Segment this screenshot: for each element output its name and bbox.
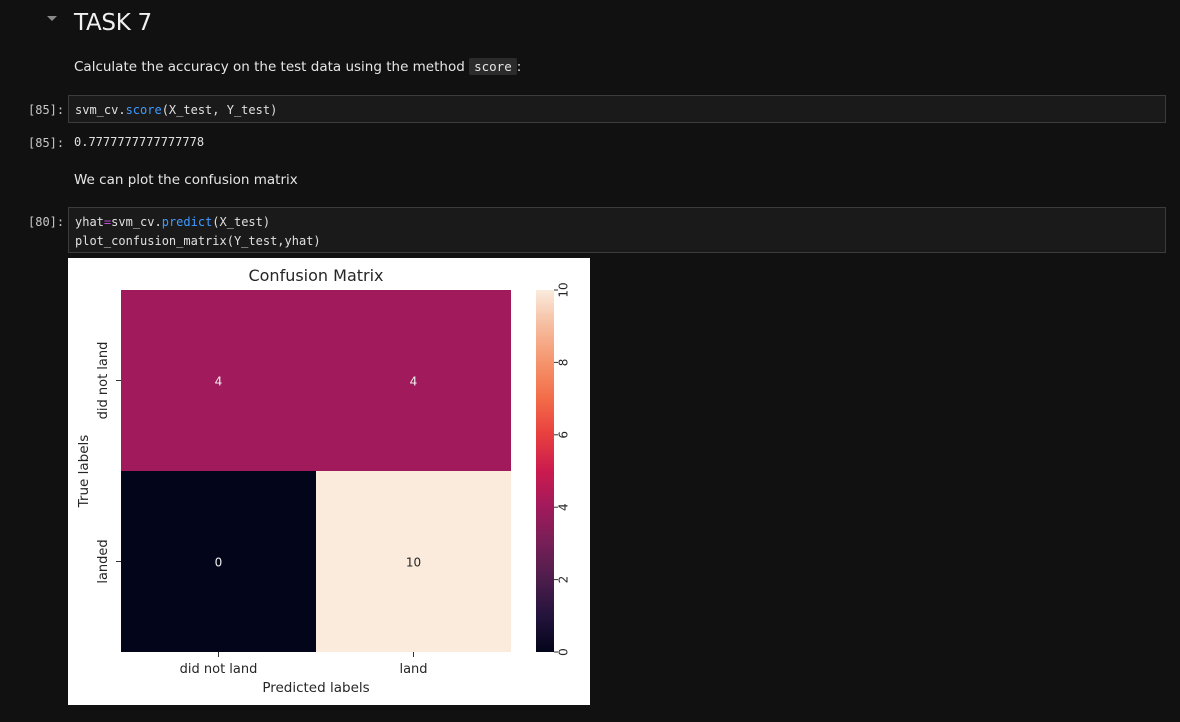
- code-lhs: yhat: [75, 215, 104, 229]
- cell-value-label: 4: [410, 375, 418, 389]
- code-args: (X_test): [212, 215, 271, 229]
- y-axis-label: True labels: [76, 435, 92, 509]
- code-method-score: score: [125, 103, 162, 117]
- cell-value-label: 4: [215, 375, 223, 389]
- chart-title: Confusion Matrix: [248, 266, 383, 285]
- colorbar: [536, 290, 554, 652]
- collapse-heading-icon[interactable]: [47, 16, 57, 21]
- accuracy-output: 0.7777777777777778: [74, 135, 205, 149]
- input-prompt-80: [80]:: [28, 215, 65, 229]
- y-tick-label: did not land: [96, 342, 111, 420]
- code-cell-predict[interactable]: yhat=svm_cv.predict(X_test) plot_confusi…: [68, 207, 1166, 253]
- markdown-cell-confusion: We can plot the confusion matrix: [74, 172, 298, 188]
- colorbar-tick-label: 0: [557, 648, 571, 656]
- code-plot-call: plot_confusion_matrix(Y_test,yhat): [75, 234, 321, 248]
- x-tick-label: land: [399, 662, 427, 677]
- y-tick-label: landed: [96, 539, 111, 583]
- instruction-suffix: :: [516, 59, 522, 75]
- code-args: (X_test, Y_test): [161, 103, 278, 117]
- output-prompt-85: [85]:: [28, 136, 65, 150]
- markdown-cell-instructions: Calculate the accuracy on the test data …: [74, 58, 522, 75]
- inline-code-score: score: [469, 58, 517, 75]
- code-cell-score[interactable]: svm_cv.score(X_test, Y_test): [68, 95, 1166, 123]
- input-prompt-85: [85]:: [28, 103, 65, 117]
- cell-value-label: 10: [406, 556, 421, 570]
- colorbar-tick-label: 10: [557, 282, 571, 297]
- colorbar-tick-label: 2: [557, 576, 571, 584]
- cell-value-label: 0: [215, 556, 223, 570]
- confusion-matrix-chart: Confusion Matrix 4 40 10 did not land land …: [76, 266, 571, 696]
- colorbar-tick-label: 8: [557, 359, 571, 367]
- code-object: svm_cv.: [75, 103, 126, 117]
- x-tick-label: did not land: [180, 662, 258, 677]
- colorbar-tick-label: 4: [557, 503, 571, 511]
- confusion-matrix-figure: Confusion Matrix 4 4 0 10 did not land land …: [68, 258, 590, 705]
- colorbar-tick-label: 6: [557, 431, 571, 439]
- code-method-predict: predict: [161, 215, 213, 229]
- task-heading: TASK 7: [74, 10, 152, 36]
- instruction-text: Calculate the accuracy on the test data …: [74, 59, 470, 75]
- code-object: svm_cv.: [111, 215, 162, 229]
- x-axis-label: Predicted labels: [262, 680, 369, 696]
